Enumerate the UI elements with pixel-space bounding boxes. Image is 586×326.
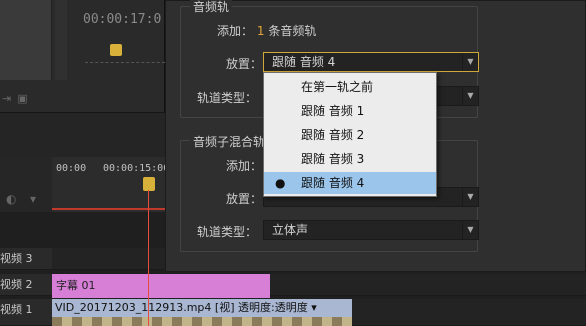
track-label-video1[interactable]: 视频 1 bbox=[0, 299, 52, 326]
snap-icon[interactable]: ◐ bbox=[6, 192, 16, 206]
timeline-playhead-handle[interactable] bbox=[143, 177, 155, 191]
dropdown-option-label: 跟随 音频 2 bbox=[301, 128, 365, 142]
dropdown-option-label: 跟随 音频 1 bbox=[301, 104, 365, 118]
add-count-suffix: 条音频轨 bbox=[268, 24, 317, 38]
chevron-down-icon: ▼ bbox=[462, 188, 478, 206]
placement-select[interactable]: 跟随 音频 4 ▼ bbox=[263, 52, 479, 72]
submix-track-type-select[interactable]: 立体声 ▼ bbox=[263, 220, 479, 240]
submix-add-label: 添加： bbox=[226, 159, 263, 173]
chevron-down-icon: ▼ bbox=[462, 53, 478, 71]
marker-icon[interactable]: ▾ bbox=[30, 192, 36, 206]
audio-track-group-title: 音频轨 bbox=[190, 0, 233, 15]
add-label: 添加： 1 条音频轨 bbox=[217, 22, 316, 39]
dropdown-option[interactable]: 跟随 音频 3 bbox=[264, 148, 436, 170]
playhead-line[interactable] bbox=[148, 190, 149, 326]
dropdown-option[interactable]: 跟随 音频 2 bbox=[264, 124, 436, 146]
track-label-video3[interactable]: 视频 3 bbox=[0, 248, 52, 270]
video-clip-thumbnails bbox=[52, 317, 352, 326]
export-icon[interactable]: ⇥ bbox=[2, 92, 17, 105]
add-label-text: 添加： bbox=[217, 24, 254, 38]
dropdown-option-selected[interactable]: ● 跟随 音频 4 bbox=[264, 172, 436, 194]
timeline-timecode-15s: 00:00:15:00 bbox=[103, 163, 170, 174]
placement-dropdown-list: 在第一轨之前 跟随 音频 1 跟随 音频 2 跟随 音频 3 ● 跟随 音频 4 bbox=[263, 72, 437, 197]
dropdown-option-label: 跟随 音频 3 bbox=[301, 152, 365, 166]
chevron-down-icon: ▼ bbox=[462, 87, 478, 105]
timeline-timecode-start: 00:00 bbox=[56, 163, 87, 174]
dropdown-option[interactable]: 跟随 音频 1 bbox=[264, 100, 436, 122]
dropdown-option-label: 跟随 音频 4 bbox=[301, 176, 365, 190]
submix-track-type-value: 立体声 bbox=[272, 223, 309, 237]
panel-thumbnail bbox=[0, 0, 52, 80]
timeline-controls: ◐ ▾ bbox=[0, 157, 52, 212]
panel-divider-area bbox=[0, 112, 165, 157]
dropdown-option[interactable]: 在第一轨之前 bbox=[264, 76, 436, 98]
preview-ruler bbox=[85, 62, 165, 63]
placement-select-value: 跟随 音频 4 bbox=[272, 55, 336, 69]
submix-track-type-label: 轨道类型： bbox=[197, 225, 258, 239]
bullet-icon: ● bbox=[275, 176, 286, 190]
monitor-controls: ⇥▣ bbox=[2, 92, 62, 108]
audio-submix-group-title: 音频子混合轨 bbox=[190, 133, 269, 150]
preview-timecode: 00:00:17:0 bbox=[83, 12, 162, 27]
submix-placement-label: 放置： bbox=[226, 192, 263, 206]
title-clip[interactable]: 字幕 01 bbox=[52, 274, 270, 298]
placement-label: 放置： bbox=[226, 57, 263, 71]
preview-playhead-marker[interactable] bbox=[110, 44, 122, 56]
track-label-video2[interactable]: 视频 2 bbox=[0, 274, 52, 296]
track-type-label: 轨道类型： bbox=[197, 91, 258, 105]
add-count-value[interactable]: 1 bbox=[257, 24, 265, 38]
camera-icon[interactable]: ▣ bbox=[17, 92, 33, 105]
dropdown-option-label: 在第一轨之前 bbox=[301, 80, 374, 94]
chevron-down-icon: ▼ bbox=[462, 221, 478, 239]
panel-scrollbar[interactable] bbox=[55, 0, 67, 80]
